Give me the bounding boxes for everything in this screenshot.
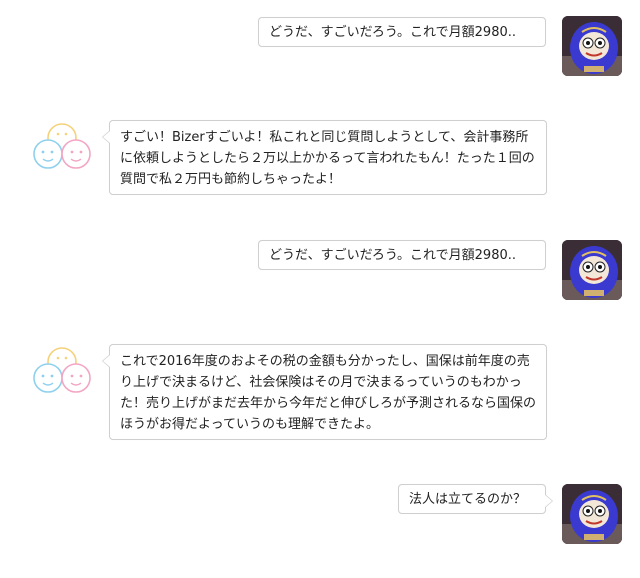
chat-thread: どうだ、すごいだろう。これで月額2980.. すごい！Bizerすごいよ！私これ… (0, 0, 640, 578)
two-faces-avatar-icon (32, 344, 92, 404)
bot-message-bubble: すごい！Bizerすごいよ！私これと同じ質問しようとして、会計事務所に依頼しよう… (102, 120, 547, 195)
daruma-avatar-icon[interactable] (562, 240, 622, 300)
user-message-bubble: どうだ、すごいだろう。これで月額2980.. (258, 17, 546, 47)
two-faces-avatar-icon (32, 120, 92, 180)
user-message-bubble: どうだ、すごいだろう。これで月額2980.. (258, 240, 546, 270)
daruma-avatar-icon[interactable] (562, 16, 622, 76)
user-message-bubble: 法人は立てるのか？ (398, 484, 553, 514)
daruma-avatar-icon[interactable] (562, 484, 622, 544)
bot-message-bubble: これで2016年度のおよその税の金額も分かったし、国保は前年度の売り上げで決まる… (102, 344, 547, 440)
